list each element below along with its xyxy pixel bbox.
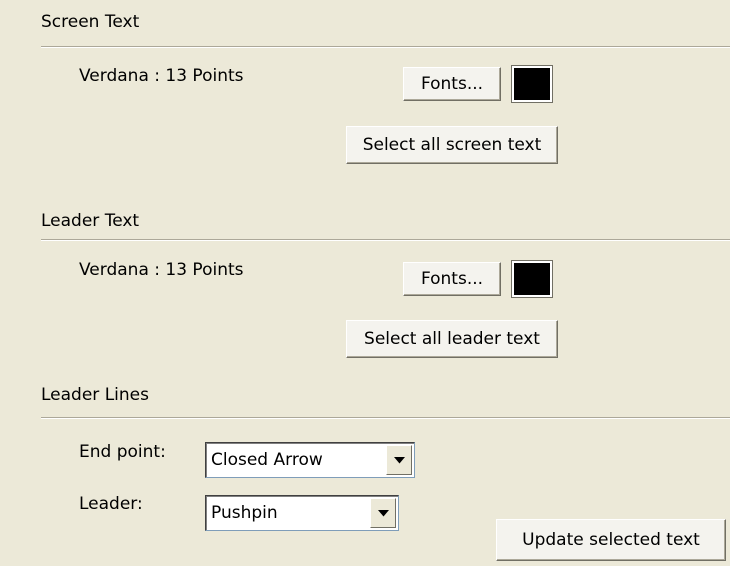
- end-point-label: End point:: [79, 442, 166, 462]
- screen-text-font-label: Verdana : 13 Points: [79, 66, 244, 86]
- end-point-select[interactable]: Closed Arrow: [205, 442, 415, 478]
- select-all-leader-text-button[interactable]: Select all leader text: [346, 320, 558, 358]
- screen-text-section-title: Screen Text: [41, 12, 140, 32]
- leader-select-value: Pushpin: [211, 503, 278, 523]
- leader-text-fonts-button[interactable]: Fonts...: [403, 262, 501, 296]
- end-point-select-value: Closed Arrow: [211, 450, 323, 470]
- update-selected-text-button[interactable]: Update selected text: [496, 519, 726, 561]
- screen-text-color-swatch[interactable]: [511, 65, 553, 103]
- leader-text-section-title: Leader Text: [41, 211, 140, 231]
- select-all-screen-text-button[interactable]: Select all screen text: [346, 126, 558, 164]
- screen-text-separator: [41, 46, 730, 48]
- leader-label: Leader:: [79, 494, 143, 514]
- leader-text-font-label: Verdana : 13 Points: [79, 260, 244, 280]
- leader-text-separator: [41, 239, 730, 241]
- leader-select[interactable]: Pushpin: [205, 495, 399, 531]
- screen-text-fonts-button[interactable]: Fonts...: [403, 67, 501, 101]
- leader-text-color-swatch[interactable]: [511, 260, 553, 298]
- leader-lines-separator: [41, 417, 730, 419]
- chevron-down-icon[interactable]: [386, 445, 412, 475]
- leader-lines-section-title: Leader Lines: [41, 385, 149, 405]
- chevron-down-icon[interactable]: [370, 498, 396, 528]
